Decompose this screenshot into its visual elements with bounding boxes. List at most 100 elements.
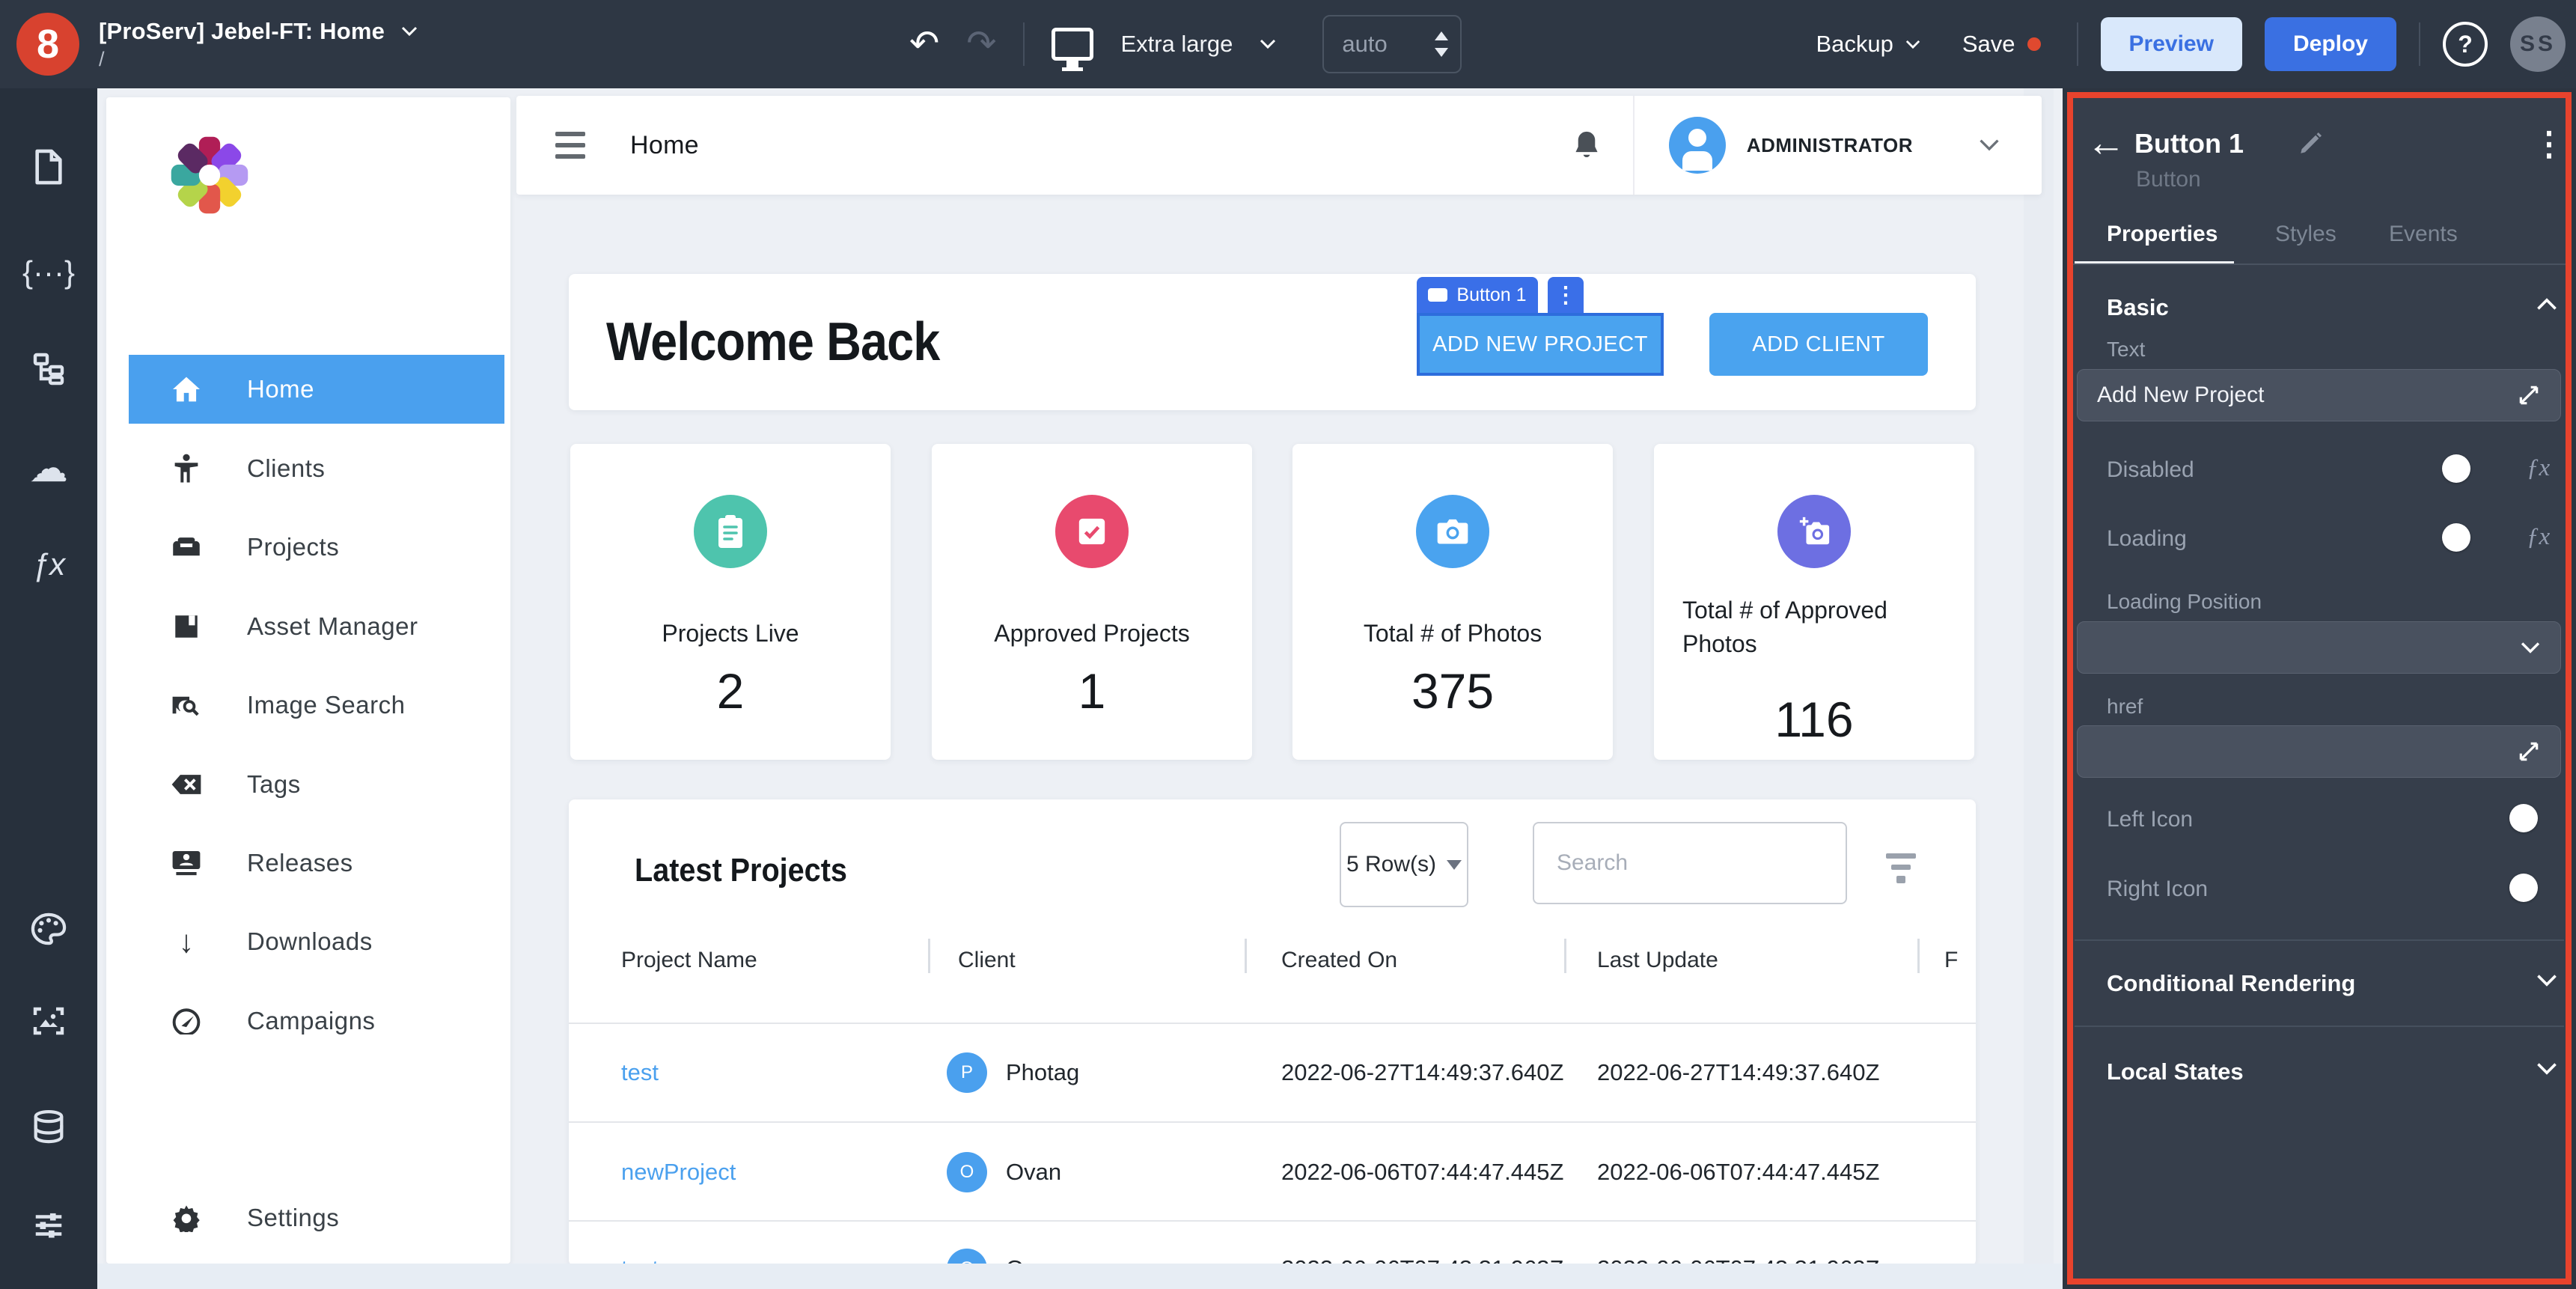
assets-image-icon[interactable] (0, 1003, 97, 1039)
col-divider[interactable] (1245, 939, 1247, 973)
topbar-center-controls: ↶ ↷ Extra large auto (909, 0, 1462, 88)
database-icon[interactable] (0, 1109, 97, 1147)
col-header-project-name[interactable]: Project Name (621, 948, 757, 973)
welcome-title: Welcome Back (606, 312, 940, 372)
hamburger-menu-icon[interactable] (555, 132, 585, 159)
last-update: 2022-06-27T14:49:37.640Z (1597, 1059, 1880, 1085)
save-button[interactable]: Save (1962, 31, 2041, 58)
undo-icon[interactable]: ↶ (909, 26, 939, 62)
chevron-up-icon[interactable] (2536, 297, 2558, 311)
builder-logo[interactable]: 8 (16, 13, 79, 76)
sidebar-item-image-search[interactable]: Image Search (129, 671, 504, 740)
disabled-fx-button[interactable]: ƒx (2527, 454, 2550, 482)
user-avatar[interactable] (1668, 117, 1726, 174)
sidebar-item-settings[interactable]: Settings (129, 1183, 504, 1252)
client-avatar: P (947, 1052, 987, 1093)
table-search[interactable] (1533, 822, 1847, 904)
sidebar-item-home[interactable]: Home (129, 355, 504, 424)
sidebar-item-releases[interactable]: Releases (129, 829, 504, 898)
stepper-up-icon[interactable] (1435, 31, 1449, 40)
stat-label: Total # of Photos (1363, 620, 1542, 647)
section-basic[interactable]: Basic (2107, 294, 2169, 321)
selected-widget-label[interactable]: Button 1 (1417, 277, 1538, 313)
col-header-created-on[interactable]: Created On (1281, 948, 1397, 973)
user-avatar[interactable]: SS (2510, 16, 2566, 72)
viewport-chevron-down-icon[interactable] (1260, 39, 1276, 49)
code-braces-icon[interactable]: {···} (0, 255, 97, 290)
project-link[interactable]: newProject (621, 1159, 736, 1186)
widget-options-kebab-icon[interactable]: ⋮ (2533, 125, 2566, 163)
user-menu-chevron-down-icon[interactable] (1979, 138, 2000, 152)
chevron-down-icon[interactable] (2536, 974, 2558, 987)
col-divider[interactable] (1564, 939, 1566, 973)
expand-editor-icon[interactable] (2517, 383, 2541, 407)
help-icon[interactable]: ? (2443, 22, 2488, 67)
tab-styles[interactable]: Styles (2275, 222, 2337, 247)
app-title-chevron-down-icon[interactable] (401, 26, 418, 37)
preview-button[interactable]: Preview (2100, 17, 2242, 71)
viewport-monitor-icon (1052, 28, 1094, 61)
section-local-states[interactable]: Local States (2107, 1058, 2244, 1085)
zoom-stepper-arrows[interactable] (1435, 31, 1449, 57)
sidebar-item-projects[interactable]: Projects (129, 513, 504, 582)
filter-icon[interactable] (1884, 853, 1917, 889)
canvas-scrollbar[interactable] (2024, 88, 2054, 1264)
text-field-input[interactable]: Add New Project (2077, 369, 2561, 421)
functions-icon[interactable]: ƒx (0, 546, 97, 582)
widget-kebab-menu-icon[interactable]: ⋮ (1548, 277, 1584, 313)
app-logo (171, 136, 248, 214)
row-divider (569, 1023, 1976, 1024)
project-link[interactable]: test (621, 1059, 659, 1086)
rename-pencil-icon[interactable] (2298, 131, 2323, 156)
left-icon-label: Left Icon (2107, 807, 2194, 832)
add-client-button[interactable]: ADD CLIENT (1709, 313, 1928, 376)
col-divider[interactable] (928, 939, 930, 973)
sidebar-item-label: Asset Manager (247, 612, 418, 640)
search-input[interactable] (1534, 823, 1846, 903)
loading-position-select[interactable] (2077, 621, 2561, 674)
sidebar-item-label: Releases (247, 849, 353, 877)
pages-icon[interactable] (0, 148, 97, 186)
redo-icon[interactable]: ↷ (966, 26, 996, 62)
col-header-last-update[interactable]: Last Update (1597, 948, 1718, 973)
tab-events[interactable]: Events (2389, 222, 2458, 247)
stepper-down-icon[interactable] (1435, 48, 1449, 57)
col-divider[interactable] (1917, 939, 1920, 973)
sidebar-item-downloads[interactable]: ↓ Downloads (129, 907, 504, 976)
deploy-button[interactable]: Deploy (2264, 17, 2396, 71)
sidebar-item-campaigns[interactable]: Campaigns (129, 987, 504, 1055)
divider (1023, 22, 1025, 66)
canvas-bottom-strip (97, 1264, 2063, 1289)
chevron-down-icon[interactable] (2536, 1062, 2558, 1076)
loading-fx-button[interactable]: ƒx (2527, 523, 2550, 551)
cloud-datasources-icon[interactable]: ☁ (0, 446, 97, 491)
stat-card-approved-photos: Total # of Approved Photos 116 (1654, 444, 1974, 760)
backup-label: Backup (1816, 31, 1893, 57)
zoom-stepper[interactable]: auto (1322, 15, 1462, 73)
home-icon (169, 376, 204, 403)
href-label: href (2107, 695, 2143, 718)
col-header-client[interactable]: Client (958, 948, 1016, 973)
components-tree-icon[interactable] (0, 350, 97, 386)
theme-palette-icon[interactable] (0, 912, 97, 946)
expand-editor-icon[interactable] (2517, 740, 2541, 764)
rows-per-page-select[interactable]: 5 Row(s) (1340, 822, 1468, 907)
add-new-project-button[interactable]: ADD NEW PROJECT (1417, 313, 1664, 376)
viewport-select[interactable]: Extra large (1120, 31, 1233, 58)
href-input[interactable] (2077, 725, 2561, 778)
stat-card-approved-projects: Approved Projects 1 (932, 444, 1252, 760)
notifications-bell-icon[interactable] (1572, 129, 1602, 162)
sidebar-item-tags[interactable]: Tags (129, 750, 504, 819)
backup-button[interactable]: Backup (1816, 31, 1920, 58)
zoom-value: auto (1342, 31, 1388, 57)
col-header-clipped[interactable]: F (1944, 948, 1958, 973)
divider (2076, 22, 2078, 66)
stat-value: 2 (716, 663, 745, 719)
sidebar-item-asset-manager[interactable]: Asset Manager (129, 592, 504, 661)
settings-sliders-icon[interactable] (0, 1208, 97, 1243)
back-arrow-icon[interactable]: ← (2087, 124, 2125, 162)
user-role: ADMINISTRATOR (1746, 133, 1913, 156)
tab-properties[interactable]: Properties (2107, 222, 2218, 247)
section-conditional-rendering[interactable]: Conditional Rendering (2107, 970, 2355, 997)
sidebar-item-clients[interactable]: Clients (129, 434, 504, 503)
